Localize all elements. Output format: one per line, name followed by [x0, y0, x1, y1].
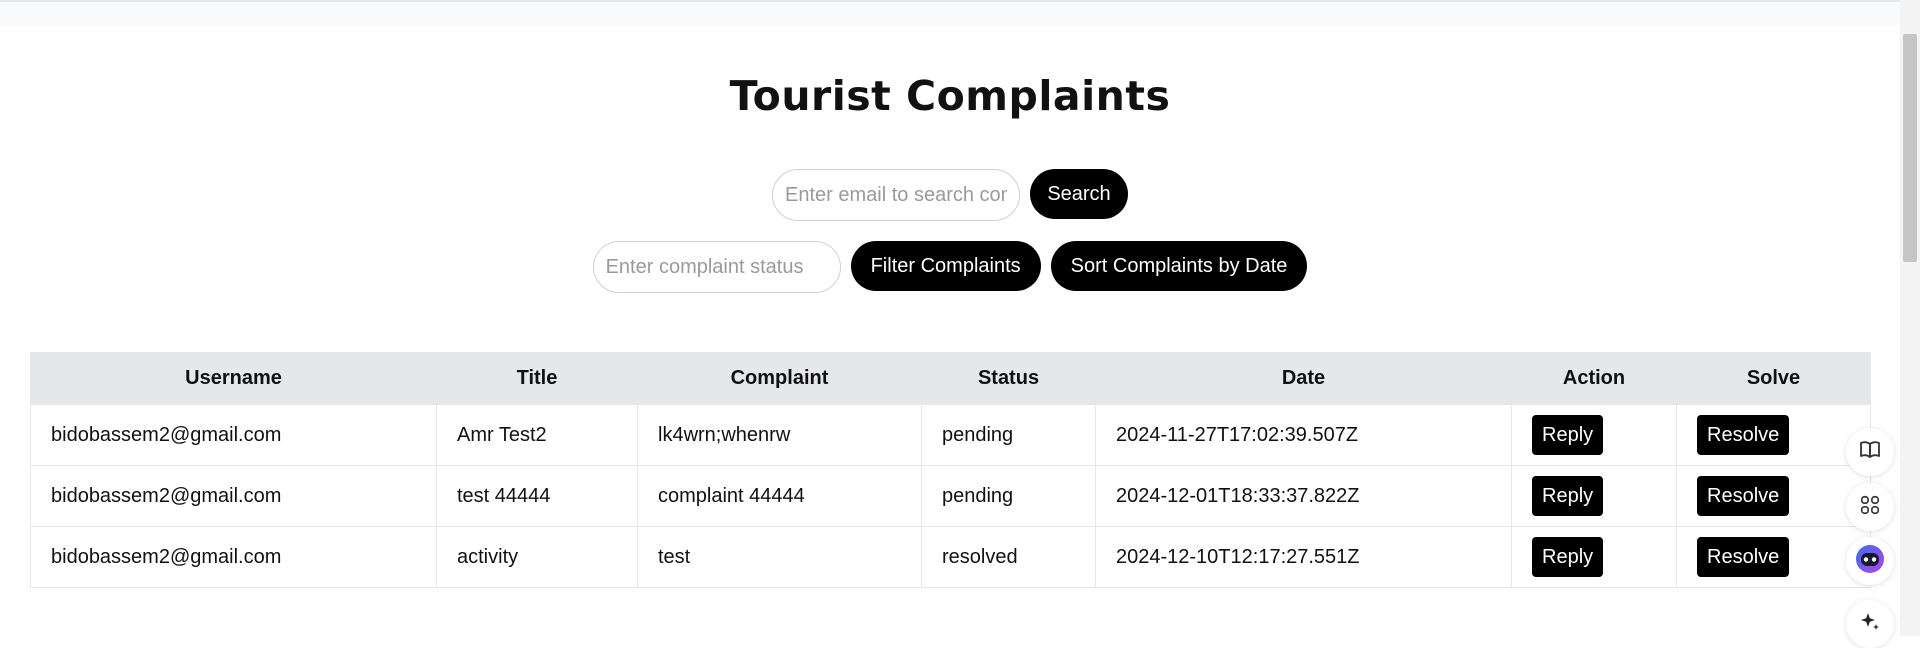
column-header-username: Username — [30, 352, 437, 405]
resolve-button[interactable]: Resolve — [1697, 415, 1790, 455]
resolve-button[interactable]: Resolve — [1697, 476, 1790, 516]
filter-row: Filter Complaints Sort Complaints by Dat… — [0, 241, 1900, 293]
cell-date: 2024-12-01T18:33:37.822Z — [1095, 465, 1512, 527]
cell-complaint: test — [637, 526, 922, 588]
side-tool-assistant[interactable] — [1846, 537, 1894, 585]
reply-button[interactable]: Reply — [1532, 476, 1604, 516]
column-header-status: Status — [921, 352, 1096, 405]
cell-status: pending — [921, 404, 1096, 466]
page-title: Tourist Complaints — [729, 72, 1171, 120]
search-button[interactable]: Search — [1030, 169, 1128, 219]
page-scrollbar[interactable] — [1900, 0, 1920, 636]
cell-action: Reply — [1511, 526, 1677, 588]
cell-solve: Resolve — [1676, 404, 1871, 466]
cell-solve: Resolve — [1676, 526, 1871, 588]
complaints-table-wrapper: Username Title Complaint Status Date Act… — [30, 352, 1871, 588]
cell-date: 2024-11-27T17:02:39.507Z — [1095, 404, 1512, 466]
cell-complaint: complaint 44444 — [637, 465, 922, 527]
email-search-input[interactable] — [772, 169, 1020, 221]
cell-status: pending — [921, 465, 1096, 527]
table-row: bidobassem2@gmail.com Amr Test2 lk4wrn;w… — [30, 404, 1871, 466]
column-header-action: Action — [1511, 352, 1677, 405]
side-tool-book[interactable] — [1846, 428, 1894, 476]
table-header-row: Username Title Complaint Status Date Act… — [30, 352, 1871, 405]
sparkle-icon — [1858, 610, 1882, 639]
cell-title: activity — [436, 526, 638, 588]
cell-title: Amr Test2 — [436, 404, 638, 466]
column-header-complaint: Complaint — [637, 352, 922, 405]
cell-date: 2024-12-10T12:17:27.551Z — [1095, 526, 1512, 588]
filter-complaints-button[interactable]: Filter Complaints — [850, 241, 1041, 291]
assistant-face-icon — [1854, 543, 1886, 580]
column-header-title: Title — [436, 352, 638, 405]
sort-by-date-button[interactable]: Sort Complaints by Date — [1050, 241, 1308, 291]
cell-username: bidobassem2@gmail.com — [30, 404, 437, 466]
column-header-solve: Solve — [1676, 352, 1871, 405]
scrollbar-thumb[interactable] — [1903, 34, 1917, 262]
reply-button[interactable]: Reply — [1532, 415, 1604, 455]
search-row: Search — [0, 169, 1900, 221]
cell-action: Reply — [1511, 404, 1677, 466]
cell-solve: Resolve — [1676, 465, 1871, 527]
reply-button[interactable]: Reply — [1532, 537, 1604, 577]
table-row: bidobassem2@gmail.com activity test reso… — [30, 526, 1871, 588]
apps-icon — [1859, 494, 1881, 521]
cell-complaint: lk4wrn;whenrw — [637, 404, 922, 466]
side-tool-apps[interactable] — [1846, 483, 1894, 531]
book-icon — [1858, 438, 1882, 467]
cell-title: test 44444 — [436, 465, 638, 527]
cell-status: resolved — [921, 526, 1096, 588]
top-bar — [0, 0, 1900, 26]
side-tool-sparkle[interactable] — [1846, 600, 1894, 648]
status-filter-input[interactable] — [592, 241, 841, 293]
column-header-date: Date — [1095, 352, 1512, 405]
cell-username: bidobassem2@gmail.com — [30, 465, 437, 527]
table-row: bidobassem2@gmail.com test 44444 complai… — [30, 465, 1871, 527]
cell-username: bidobassem2@gmail.com — [30, 526, 437, 588]
complaints-table: Username Title Complaint Status Date Act… — [30, 352, 1871, 588]
resolve-button[interactable]: Resolve — [1697, 537, 1790, 577]
cell-action: Reply — [1511, 465, 1677, 527]
